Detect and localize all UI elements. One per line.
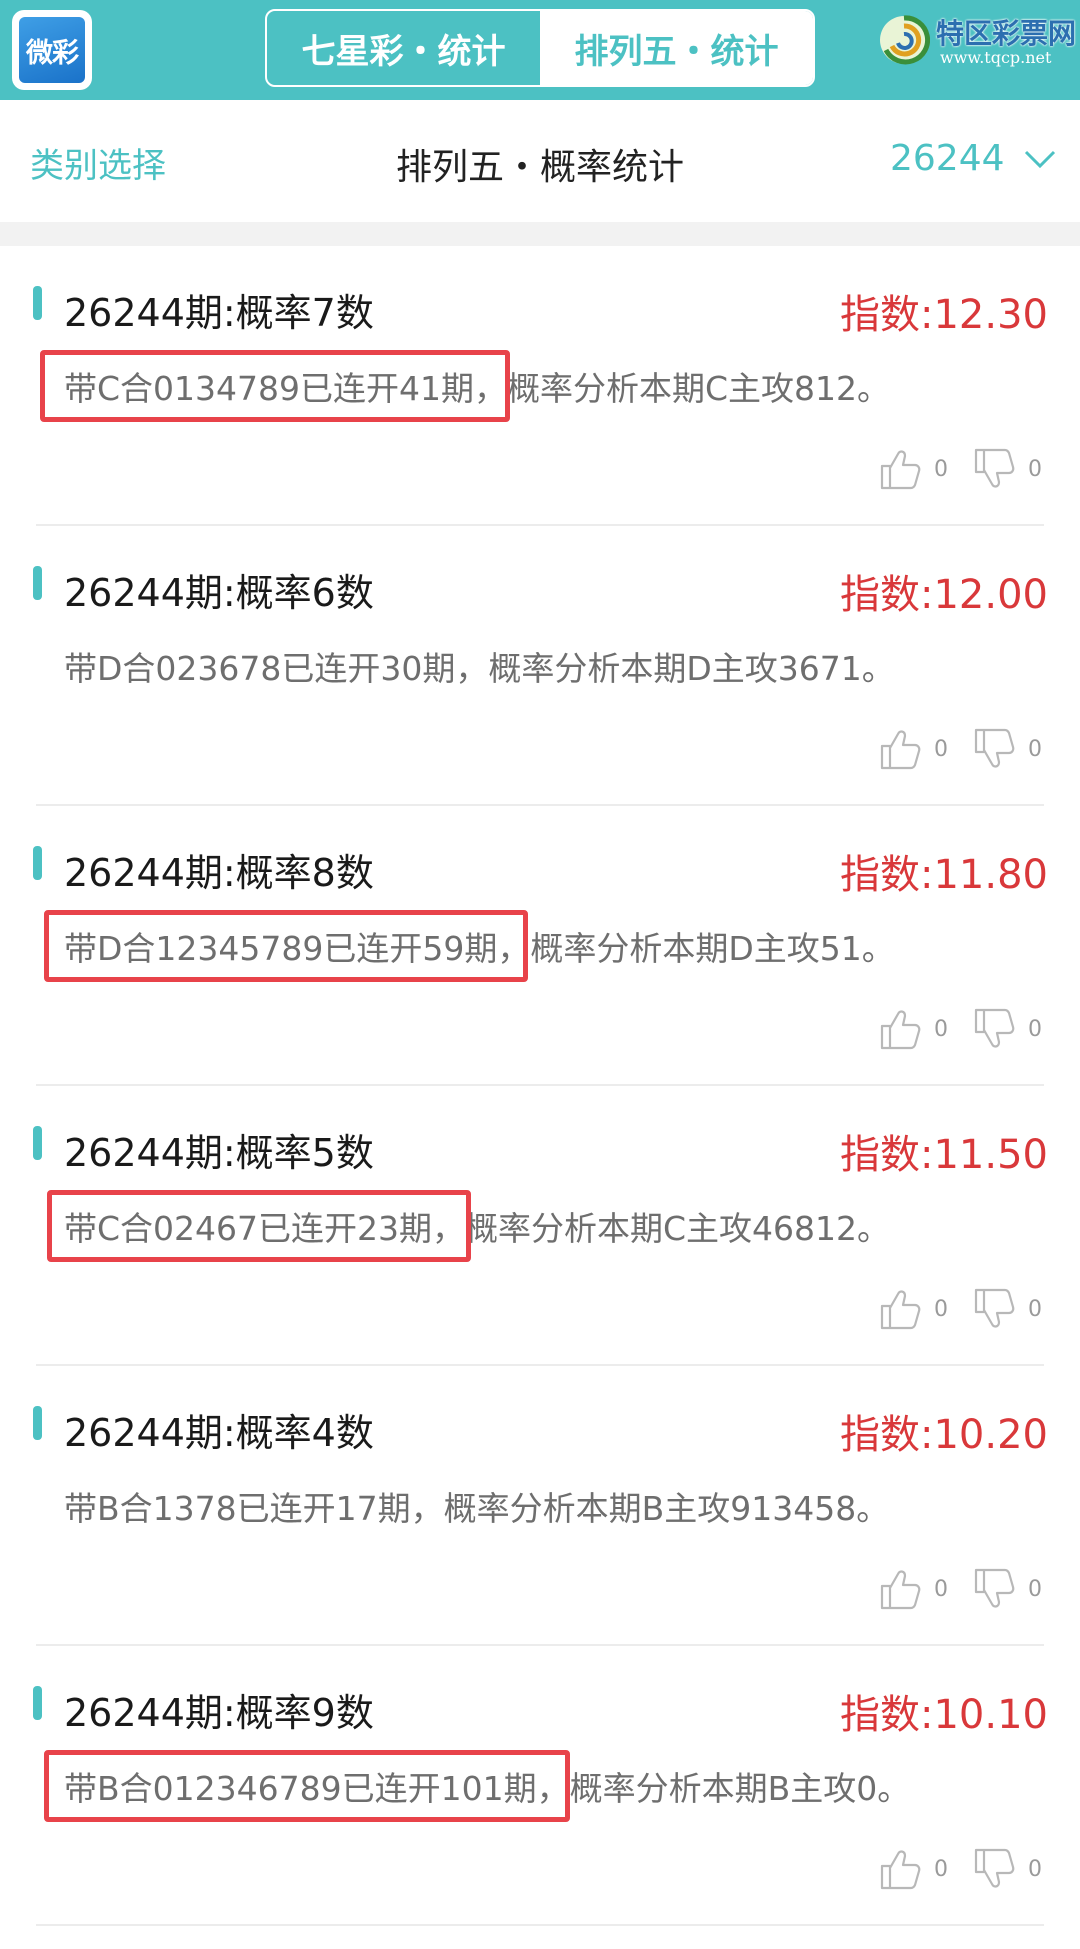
dislike-count: 0 (1028, 1296, 1042, 1322)
card-title: 26244期:概率9数 (64, 1691, 374, 1735)
dislike-count: 0 (1028, 456, 1042, 482)
dislike-button[interactable]: 0 (972, 1006, 1042, 1052)
dislike-count: 0 (1028, 1856, 1042, 1882)
card-accent-bar (33, 1126, 42, 1160)
like-button[interactable]: 0 (878, 446, 972, 492)
issue-select-dropdown[interactable]: 26244 (890, 138, 1057, 179)
card-accent-bar (33, 846, 42, 880)
app-logo[interactable]: 微彩 (12, 10, 92, 90)
like-button[interactable]: 0 (878, 1286, 972, 1332)
tab-qixingcai-stats[interactable]: 七星彩・统计 (267, 11, 540, 85)
card-title: 26244期:概率8数 (64, 851, 374, 895)
section-divider (0, 222, 1080, 246)
thumbs-up-icon (880, 1850, 921, 1890)
probability-card: 26244期:概率5数 指数:11.50 带C合02467已连开23期，概率分析… (0, 1086, 1080, 1366)
like-count: 0 (934, 1856, 948, 1882)
card-title: 26244期:概率7数 (64, 291, 374, 335)
thumbs-up-icon (880, 450, 921, 490)
card-accent-bar (33, 1686, 42, 1720)
card-index: 指数:12.30 (840, 292, 1048, 338)
card-description: 带B合1378已连开17期，概率分析本期B主攻913458。 (64, 1489, 890, 1528)
like-button[interactable]: 0 (878, 1006, 972, 1052)
dislike-count: 0 (1028, 736, 1042, 762)
card-accent-bar (33, 286, 42, 320)
thumbs-down-icon (974, 1288, 1015, 1328)
site-name: 特区彩票网 (936, 17, 1077, 50)
like-button[interactable]: 0 (878, 1566, 972, 1612)
dislike-count: 0 (1028, 1576, 1042, 1602)
like-count: 0 (934, 1576, 948, 1602)
thumbs-down-icon (974, 1568, 1015, 1608)
card-description: 带D合12345789已连开59期，概率分析本期D主攻51。 (64, 929, 895, 968)
swirl-logo-icon (880, 15, 930, 65)
dislike-count: 0 (1028, 1016, 1042, 1042)
dislike-button[interactable]: 0 (972, 446, 1042, 492)
vote-group: 0 0 (878, 1846, 1042, 1892)
sub-header: 类别选择 排列五・概率统计 26244 (0, 100, 1080, 222)
card-description: 带C合0134789已连开41期，概率分析本期C主攻812。 (64, 369, 891, 408)
card-accent-bar (33, 1406, 42, 1440)
issue-number: 26244 (890, 138, 1005, 179)
dislike-button[interactable]: 0 (972, 1846, 1042, 1892)
card-index: 指数:10.20 (840, 1412, 1048, 1458)
card-index: 指数:10.10 (840, 1692, 1048, 1738)
card-description: 带B合012346789已连开101期，概率分析本期B主攻0。 (64, 1769, 911, 1808)
thumbs-up-icon (880, 730, 921, 770)
card-index: 指数:12.00 (840, 572, 1048, 618)
like-count: 0 (934, 1296, 948, 1322)
site-url: www.tqcp.net (940, 48, 1052, 67)
vote-group: 0 0 (878, 726, 1042, 772)
vote-group: 0 0 (878, 1006, 1042, 1052)
lottery-tab-switch: 七星彩・统计 排列五・统计 (265, 9, 815, 87)
thumbs-down-icon (974, 448, 1015, 488)
thumbs-down-icon (974, 1008, 1015, 1048)
probability-card: 26244期:概率7数 指数:12.30 带C合0134789已连开41期，概率… (0, 246, 1080, 526)
like-count: 0 (934, 1016, 948, 1042)
chevron-down-icon (1024, 150, 1055, 168)
vote-group: 0 0 (878, 446, 1042, 492)
thumbs-up-icon (880, 1570, 921, 1610)
card-title: 26244期:概率5数 (64, 1131, 374, 1175)
card-title: 26244期:概率6数 (64, 571, 374, 615)
vote-group: 0 0 (878, 1566, 1042, 1612)
thumbs-down-icon (974, 728, 1015, 768)
probability-card: 26244期:概率8数 指数:11.80 带D合12345789已连开59期，概… (0, 806, 1080, 1086)
probability-card: 26244期:概率4数 指数:10.20 带B合1378已连开17期，概率分析本… (0, 1366, 1080, 1646)
like-button[interactable]: 0 (878, 726, 972, 772)
thumbs-down-icon (974, 1848, 1015, 1888)
tab-pailiewu-stats[interactable]: 排列五・统计 (540, 11, 813, 85)
card-index: 指数:11.50 (840, 1132, 1048, 1178)
card-accent-bar (33, 566, 42, 600)
top-bar: 微彩 七星彩・统计 排列五・统计 特区彩票网 www.tqcp.net (0, 0, 1080, 100)
dislike-button[interactable]: 0 (972, 1566, 1042, 1612)
card-title: 26244期:概率4数 (64, 1411, 374, 1455)
dislike-button[interactable]: 0 (972, 726, 1042, 772)
probability-card: 26244期:概率9数 指数:10.10 带B合012346789已连开101期… (0, 1646, 1080, 1926)
site-watermark-logo: 特区彩票网 www.tqcp.net (876, 10, 1076, 74)
card-description: 带D合023678已连开30期，概率分析本期D主攻3671。 (64, 649, 895, 688)
like-count: 0 (934, 456, 948, 482)
dislike-button[interactable]: 0 (972, 1286, 1042, 1332)
thumbs-up-icon (880, 1290, 921, 1330)
app-logo-text: 微彩 (19, 17, 85, 83)
like-button[interactable]: 0 (878, 1846, 972, 1892)
card-index: 指数:11.80 (840, 852, 1048, 898)
like-count: 0 (934, 736, 948, 762)
probability-list: 26244期:概率7数 指数:12.30 带C合0134789已连开41期，概率… (0, 246, 1080, 1926)
probability-card: 26244期:概率6数 指数:12.00 带D合023678已连开30期，概率分… (0, 526, 1080, 806)
thumbs-up-icon (880, 1010, 921, 1050)
card-description: 带C合02467已连开23期，概率分析本期C主攻46812。 (64, 1209, 891, 1248)
vote-group: 0 0 (878, 1286, 1042, 1332)
